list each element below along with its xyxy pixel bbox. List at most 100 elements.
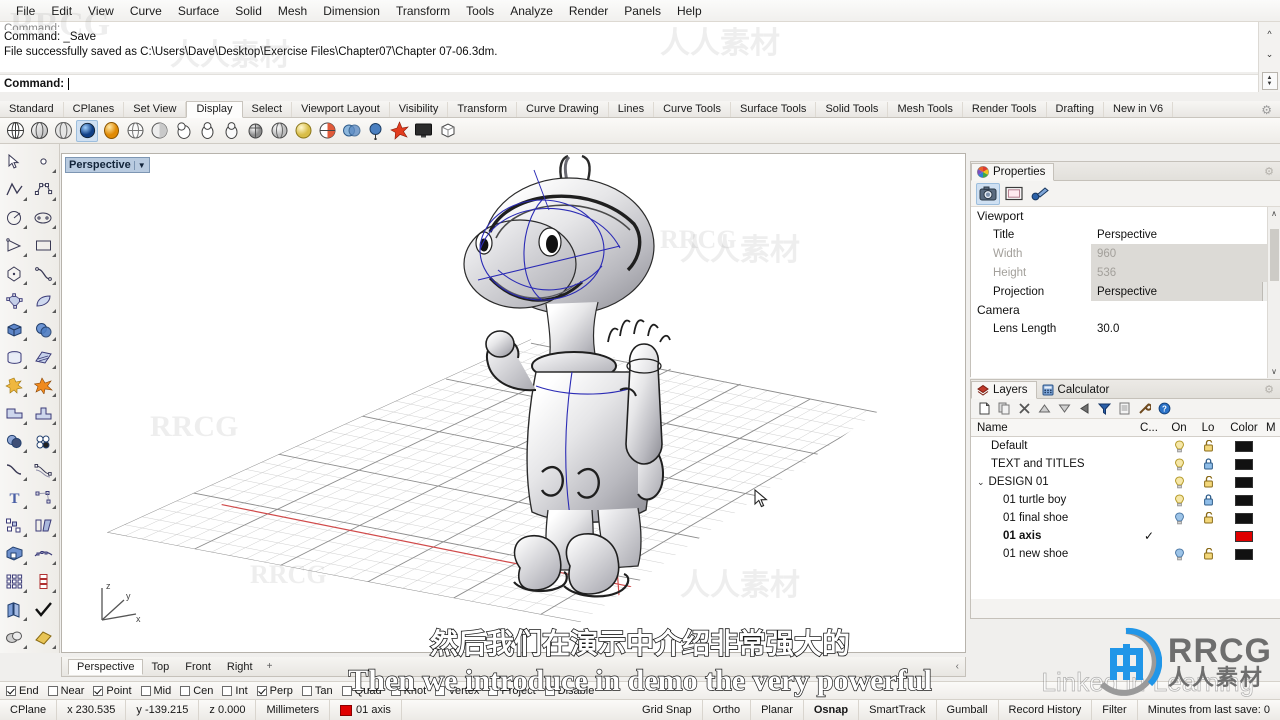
polyline-icon[interactable] bbox=[0, 175, 29, 203]
toggle-ortho[interactable]: Ortho bbox=[703, 699, 752, 720]
scrollbar-thumb[interactable] bbox=[1270, 229, 1279, 281]
layer-current-cell[interactable]: ✓ bbox=[1134, 529, 1164, 543]
properties-scrollbar[interactable]: ∧ ∨ bbox=[1267, 207, 1280, 378]
table-row[interactable]: ⌄ DESIGN 01 bbox=[971, 473, 1280, 491]
property-row-lens-length[interactable]: Lens Length 30.0 bbox=[971, 319, 1280, 338]
toggle-record-history[interactable]: Record History bbox=[999, 699, 1093, 720]
layer-color-cell[interactable] bbox=[1222, 458, 1266, 470]
render-color-icon[interactable] bbox=[29, 623, 58, 651]
toggle-smarttrack[interactable]: SmartTrack bbox=[859, 699, 937, 720]
layer-visibility-toggle[interactable] bbox=[1164, 547, 1194, 561]
camera-properties-icon[interactable] bbox=[976, 182, 1000, 205]
layer-visibility-toggle[interactable] bbox=[1164, 493, 1194, 507]
menu-item-curve[interactable]: Curve bbox=[122, 2, 170, 20]
checkbox-knot-icon[interactable] bbox=[390, 685, 401, 696]
checkbox-quad-icon[interactable] bbox=[341, 685, 352, 696]
table-row[interactable]: 01 turtle boy bbox=[971, 491, 1280, 509]
toggle-osnap[interactable]: Osnap bbox=[804, 699, 860, 720]
point-object-icon[interactable] bbox=[29, 147, 58, 175]
menu-item-view[interactable]: View bbox=[80, 2, 122, 20]
toggle-grid-snap[interactable]: Grid Snap bbox=[632, 699, 703, 720]
free-form-curve-icon[interactable] bbox=[29, 259, 58, 287]
layer-visibility-toggle[interactable] bbox=[1164, 439, 1194, 453]
curvature-display-icon[interactable] bbox=[364, 120, 386, 142]
layer-lock-toggle[interactable] bbox=[1194, 512, 1222, 524]
shade-command-icon[interactable] bbox=[244, 120, 266, 142]
menu-item-file[interactable]: File bbox=[8, 2, 43, 20]
array-linear-icon[interactable] bbox=[29, 567, 58, 595]
chevron-down-icon[interactable]: ▼ bbox=[133, 160, 146, 170]
toolbar-tab-set-view[interactable]: Set View bbox=[124, 102, 187, 117]
ghosted-display-icon[interactable] bbox=[52, 120, 74, 142]
raytraced-display-icon[interactable] bbox=[196, 120, 218, 142]
layer-color-cell[interactable] bbox=[1222, 476, 1266, 488]
status-cplane[interactable]: CPlane bbox=[0, 699, 58, 720]
checkbox-cen-icon[interactable] bbox=[180, 685, 191, 696]
toggle-filter[interactable]: Filter bbox=[1092, 699, 1138, 720]
back-arrow-icon[interactable] bbox=[1077, 401, 1092, 416]
layer-color-cell[interactable] bbox=[1222, 440, 1266, 452]
layer-visibility-toggle[interactable] bbox=[1164, 475, 1194, 489]
group-objects-icon[interactable] bbox=[0, 511, 29, 539]
layer-color-cell[interactable] bbox=[1222, 494, 1266, 506]
toolbar-tab-surface-tools[interactable]: Surface Tools bbox=[731, 102, 817, 117]
table-row[interactable]: 01 final shoe bbox=[971, 509, 1280, 527]
control-point-curve-icon[interactable] bbox=[29, 175, 58, 203]
checkbox-perp-icon[interactable] bbox=[256, 685, 267, 696]
surface-from-points-icon[interactable] bbox=[0, 287, 29, 315]
delete-layer-icon[interactable] bbox=[1017, 401, 1032, 416]
ambient-occlusion-icon[interactable] bbox=[292, 120, 314, 142]
shoes-model[interactable] bbox=[462, 494, 692, 614]
point-cloud-icon[interactable] bbox=[29, 483, 58, 511]
checkbox-project-icon[interactable] bbox=[488, 685, 499, 696]
osnap-vertex[interactable]: Vertex bbox=[435, 685, 479, 697]
extrude-surface-icon[interactable] bbox=[29, 343, 58, 371]
toolbar-tab-viewport-layout[interactable]: Viewport Layout bbox=[292, 102, 390, 117]
osnap-near[interactable]: Near bbox=[47, 685, 84, 697]
status-units[interactable]: Millimeters bbox=[256, 699, 331, 720]
toolbar-tab-standard[interactable]: Standard bbox=[0, 102, 64, 117]
properties-icon[interactable] bbox=[1117, 401, 1132, 416]
menu-item-analyze[interactable]: Analyze bbox=[502, 2, 561, 20]
menu-item-mesh[interactable]: Mesh bbox=[270, 2, 315, 20]
toolbar-tab-lines[interactable]: Lines bbox=[609, 102, 655, 117]
clipping-plane-icon[interactable] bbox=[316, 120, 338, 142]
property-row-projection[interactable]: Projection Perspective ▼ bbox=[971, 282, 1280, 301]
osnap-disable[interactable]: Disable bbox=[544, 685, 594, 697]
table-row[interactable]: TEXT and TITLES bbox=[971, 455, 1280, 473]
new-layer-icon[interactable] bbox=[977, 401, 992, 416]
filter-icon[interactable] bbox=[1097, 401, 1112, 416]
osnap-tan[interactable]: Tan bbox=[301, 685, 333, 697]
layers-col-color[interactable]: Color bbox=[1222, 422, 1266, 434]
artistic-display-icon[interactable] bbox=[100, 120, 122, 142]
command-history[interactable]: Command: Command: _Save File successfull… bbox=[0, 22, 1258, 72]
loft-icon[interactable] bbox=[29, 539, 58, 567]
checkbox-point-icon[interactable] bbox=[93, 685, 104, 696]
layer-lock-toggle[interactable] bbox=[1194, 458, 1222, 470]
select-arrow-icon[interactable] bbox=[0, 147, 29, 175]
checkbox-vertex-icon[interactable] bbox=[435, 685, 446, 696]
property-value-projection[interactable]: Perspective ▼ bbox=[1091, 282, 1280, 301]
scroll-down-icon[interactable]: ⌄ bbox=[1262, 46, 1278, 62]
toolbar-tab-visibility[interactable]: Visibility bbox=[390, 102, 449, 117]
technical-display-icon[interactable] bbox=[148, 120, 170, 142]
shadow-toggle-icon[interactable] bbox=[268, 120, 290, 142]
toolbar-tab-cplanes[interactable]: CPlanes bbox=[64, 102, 125, 117]
osnap-cen[interactable]: Cen bbox=[180, 685, 213, 697]
layer-lock-toggle[interactable] bbox=[1194, 494, 1222, 506]
viewport-tab-perspective[interactable]: Perspective bbox=[68, 659, 144, 675]
rendered-display-icon[interactable] bbox=[76, 119, 98, 142]
osnap-project[interactable]: Project bbox=[488, 685, 536, 697]
toolbar-settings-gear-icon[interactable]: ⚙ bbox=[1261, 103, 1272, 117]
table-row[interactable]: Default bbox=[971, 437, 1280, 455]
perspective-viewport[interactable]: Perspective ▼ z y x bbox=[61, 153, 966, 653]
cap-planar-holes-icon[interactable] bbox=[0, 539, 29, 567]
toolbar-tab-solid-tools[interactable]: Solid Tools bbox=[816, 102, 889, 117]
osnap-mid[interactable]: Mid bbox=[140, 685, 171, 697]
monochrome-display-icon[interactable] bbox=[220, 120, 242, 142]
array-grid-icon[interactable] bbox=[0, 567, 29, 595]
move-layer-up-icon[interactable] bbox=[1037, 401, 1052, 416]
checkbox-tan-icon[interactable] bbox=[301, 685, 312, 696]
toggle-gumball[interactable]: Gumball bbox=[937, 699, 999, 720]
arc-icon[interactable] bbox=[0, 231, 29, 259]
